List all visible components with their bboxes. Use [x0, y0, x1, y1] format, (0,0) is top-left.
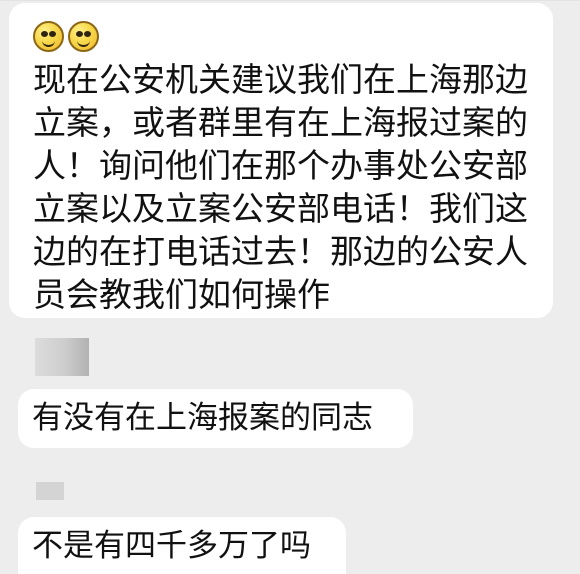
emoji-group [33, 21, 99, 52]
message-text-main: 现在公安机关建议我们在上海那边立案，或者群里有在上海报过案的人！询问他们在那个办… [33, 60, 528, 314]
message-bubble-reply-1[interactable]: 有没有在上海报案的同志 [18, 389, 413, 448]
message-text-reply-1: 有没有在上海报案的同志 [32, 400, 373, 436]
top-divider [0, 0, 580, 1]
smiling-face-icon [33, 21, 64, 52]
message-bubble-main[interactable]: 现在公安机关建议我们在上海那边立案，或者群里有在上海报过案的人！询问他们在那个办… [9, 3, 553, 318]
message-text-reply-2: 不是有四千多万了吗 [32, 528, 311, 564]
smiling-face-icon [68, 21, 99, 52]
chat-screen: 现在公安机关建议我们在上海那边立案，或者群里有在上海报过案的人！询问他们在那个办… [0, 0, 580, 574]
avatar-placeholder-small [36, 482, 64, 500]
message-bubble-reply-2[interactable]: 不是有四千多万了吗 [18, 517, 346, 574]
avatar-placeholder [35, 338, 89, 376]
